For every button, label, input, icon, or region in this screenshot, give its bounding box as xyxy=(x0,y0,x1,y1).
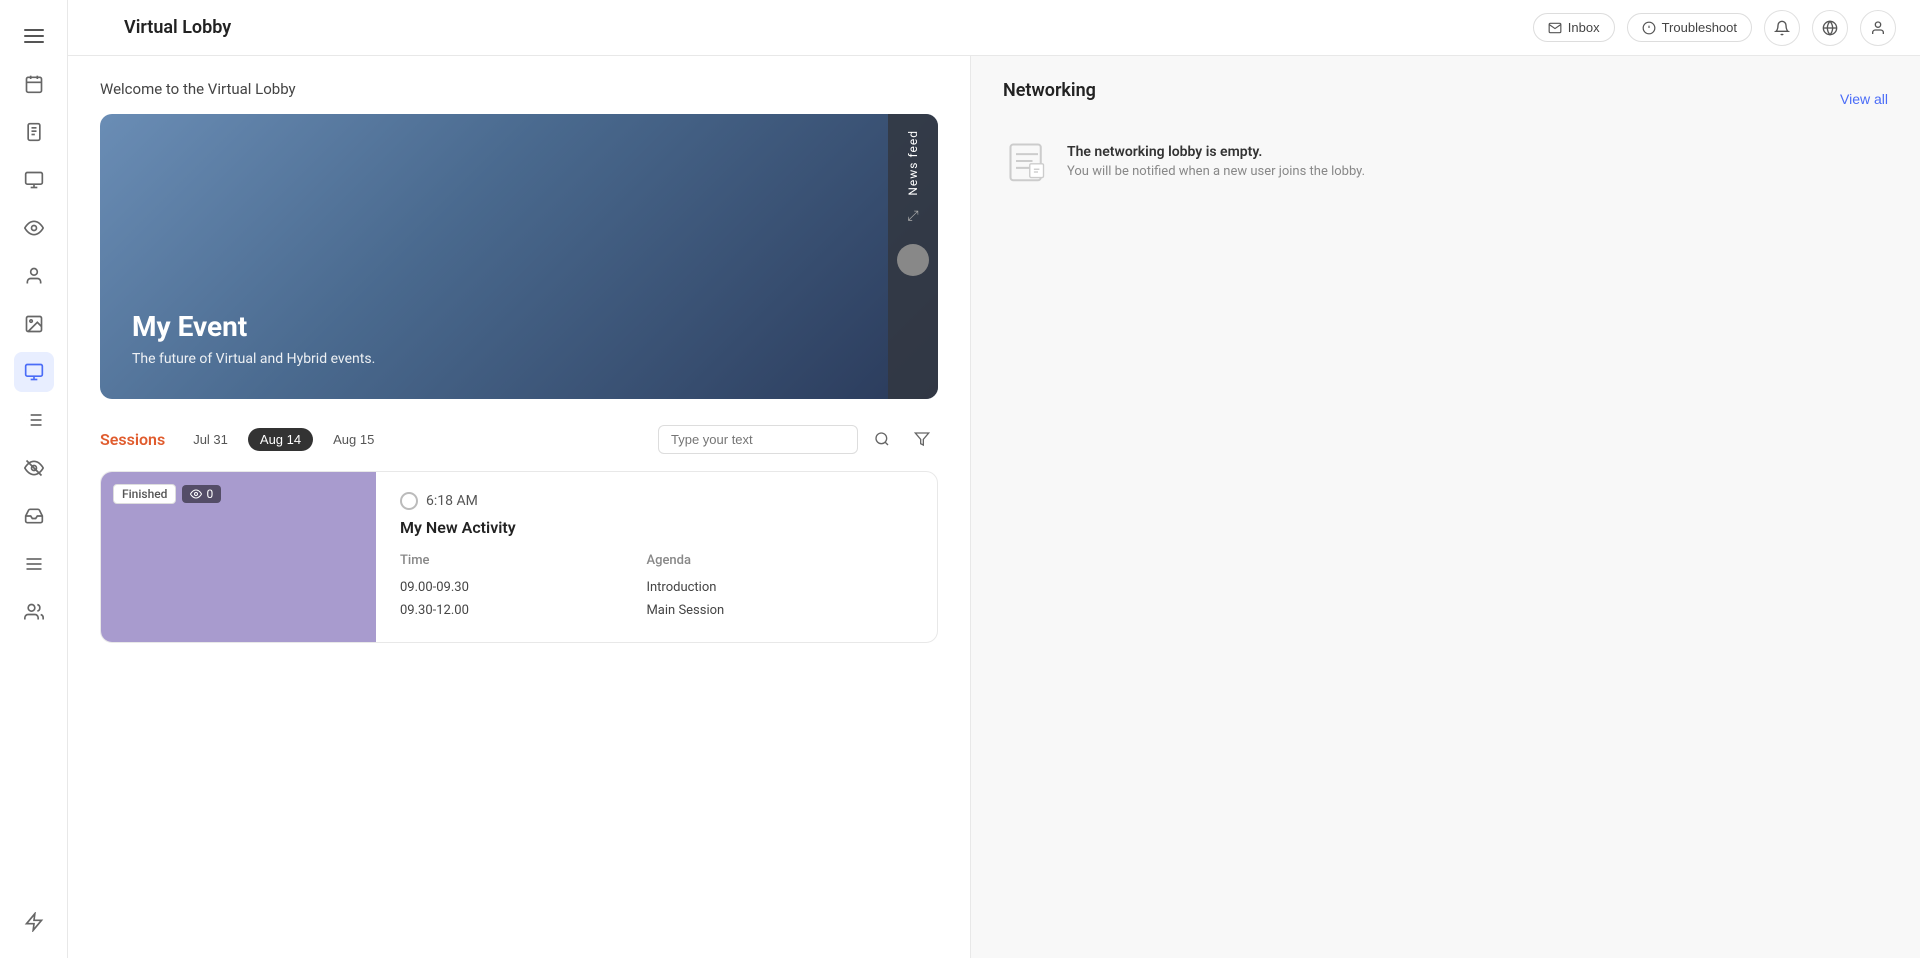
date-tab-aug15[interactable]: Aug 15 xyxy=(321,428,386,451)
globe-button[interactable] xyxy=(1812,10,1848,46)
welcome-text: Welcome to the Virtual Lobby xyxy=(100,80,938,98)
sidebar-monitor-icon[interactable] xyxy=(14,160,54,200)
sidebar-lines-icon[interactable] xyxy=(14,544,54,584)
page-title: Virtual Lobby xyxy=(124,17,231,38)
session-agenda: Time Agenda 09.00-09.30 Introduction 09.… xyxy=(400,553,913,622)
session-time-value: 6:18 AM xyxy=(426,493,478,509)
right-panel: Networking View all The netw xyxy=(970,56,1920,958)
networking-title: Networking xyxy=(1003,80,1096,101)
troubleshoot-button[interactable]: Troubleshoot xyxy=(1627,13,1752,42)
view-all-button[interactable]: View all xyxy=(1840,91,1888,107)
sidebar-inbox-icon[interactable] xyxy=(14,496,54,536)
search-input[interactable] xyxy=(658,425,858,454)
date-tab-jul31[interactable]: Jul 31 xyxy=(181,428,240,451)
sidebar-eye-alt-icon[interactable] xyxy=(14,448,54,488)
networking-empty-title: The networking lobby is empty. xyxy=(1067,144,1365,160)
sidebar-bottom-icon[interactable] xyxy=(14,902,54,942)
sidebar-list-icon[interactable] xyxy=(14,400,54,440)
hero-event-tagline: The future of Virtual and Hybrid events. xyxy=(132,351,375,367)
agenda-header-time: Time xyxy=(400,553,646,576)
sidebar-group-icon[interactable] xyxy=(14,592,54,632)
search-button[interactable] xyxy=(866,423,898,455)
hero-banner: My Event The future of Virtual and Hybri… xyxy=(100,114,938,399)
agenda-topic-2: Main Session xyxy=(646,599,913,622)
agenda-row: 09.00-09.30 Introduction xyxy=(400,576,913,599)
session-info: 6:18 AM My New Activity Time Agenda xyxy=(376,472,937,642)
hero-text: My Event The future of Virtual and Hybri… xyxy=(132,310,375,367)
agenda-time-1: 09.00-09.30 xyxy=(400,576,646,599)
networking-empty-subtitle: You will be notified when a new user joi… xyxy=(1067,164,1365,179)
sidebar-menu-icon[interactable] xyxy=(14,16,54,56)
session-time: 6:18 AM xyxy=(400,492,913,510)
view-badge: 0 xyxy=(182,485,221,503)
session-card: Finished 0 6:18 AM My New Activity xyxy=(100,471,938,643)
agenda-topic-1: Introduction xyxy=(646,576,913,599)
sidebar-person-icon[interactable] xyxy=(14,256,54,296)
finished-badge: Finished xyxy=(113,484,176,504)
news-feed-panel: News feed ⤢ xyxy=(888,114,938,399)
expand-icon[interactable]: ⤢ xyxy=(907,208,918,224)
networking-empty-icon xyxy=(1003,137,1051,185)
main-content: Welcome to the Virtual Lobby My Event Th… xyxy=(68,56,970,958)
sidebar xyxy=(0,0,68,958)
sidebar-image-icon[interactable] xyxy=(14,304,54,344)
sessions-header: Sessions Jul 31 Aug 14 Aug 15 xyxy=(100,423,938,455)
avatar xyxy=(897,244,929,276)
session-badge: Finished 0 xyxy=(113,484,221,504)
session-name: My New Activity xyxy=(400,518,913,537)
time-circle-icon xyxy=(400,492,418,510)
view-count: 0 xyxy=(206,487,213,501)
inbox-label: Inbox xyxy=(1568,20,1600,35)
networking-empty: The networking lobby is empty. You will … xyxy=(1003,117,1888,205)
filter-button[interactable] xyxy=(906,423,938,455)
top-bar: Virtual Lobby Inbox Troubleshoot xyxy=(68,0,1920,56)
agenda-time-2: 09.30-12.00 xyxy=(400,599,646,622)
bell-button[interactable] xyxy=(1764,10,1800,46)
date-tab-aug14[interactable]: Aug 14 xyxy=(248,428,313,451)
top-bar-actions: Inbox Troubleshoot xyxy=(1533,10,1896,46)
date-tabs: Jul 31 Aug 14 Aug 15 xyxy=(181,428,386,451)
agenda-row: 09.30-12.00 Main Session xyxy=(400,599,913,622)
troubleshoot-label: Troubleshoot xyxy=(1662,20,1737,35)
sessions-header-row: Sessions Jul 31 Aug 14 Aug 15 xyxy=(100,428,386,451)
agenda-header-topic: Agenda xyxy=(646,553,913,576)
sessions-search xyxy=(658,423,938,455)
sidebar-screen-icon[interactable] xyxy=(14,352,54,392)
session-thumbnail: Finished 0 xyxy=(101,472,376,642)
sidebar-eye-icon[interactable] xyxy=(14,208,54,248)
hero-event-name: My Event xyxy=(132,310,375,343)
sidebar-clipboard-icon[interactable] xyxy=(14,112,54,152)
news-feed-label[interactable]: News feed xyxy=(906,130,920,196)
networking-empty-text: The networking lobby is empty. You will … xyxy=(1067,144,1365,179)
inbox-button[interactable]: Inbox xyxy=(1533,13,1615,42)
networking-header: Networking View all xyxy=(1003,80,1888,117)
sessions-title: Sessions xyxy=(100,430,165,449)
sidebar-calendar-icon[interactable] xyxy=(14,64,54,104)
user-button[interactable] xyxy=(1860,10,1896,46)
